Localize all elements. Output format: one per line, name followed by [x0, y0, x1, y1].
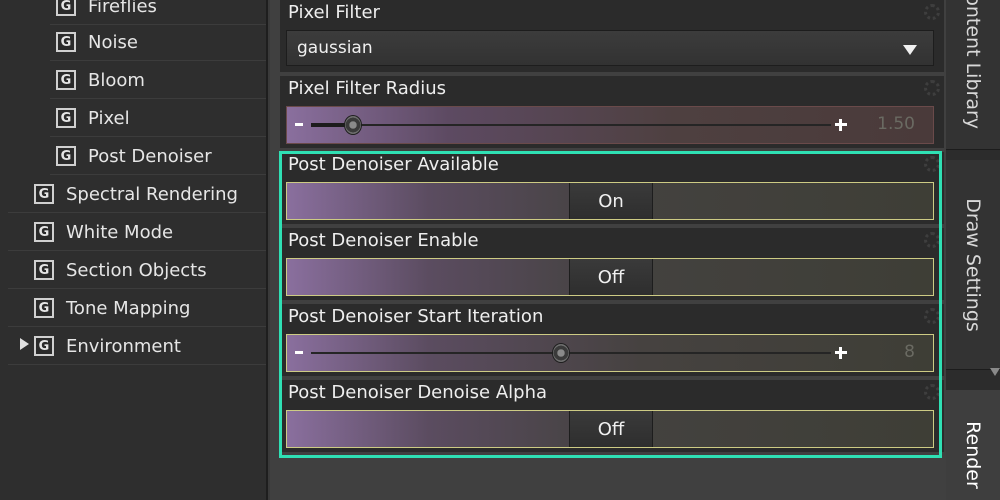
tree-item-post-denoiser[interactable]: G Post Denoiser — [50, 138, 266, 175]
gear-icon[interactable] — [924, 156, 940, 172]
tab-draw-settings[interactable]: Draw Settings — [946, 160, 1000, 370]
tree-item-fireflies[interactable]: G Fireflies — [50, 0, 266, 25]
tree-item-label: Section Objects — [66, 259, 207, 281]
tree-item-bloom[interactable]: G Bloom — [50, 62, 266, 99]
tree-item-white-mode[interactable]: G White Mode — [8, 214, 266, 251]
g-group-icon: G — [56, 108, 76, 128]
gear-icon[interactable] — [924, 232, 940, 248]
tree-item-tone-mapping[interactable]: G Tone Mapping — [8, 290, 266, 327]
g-group-icon: G — [34, 336, 54, 356]
post-denoiser-start-iteration-slider[interactable]: 8 — [286, 334, 934, 372]
property-label: Post Denoiser Denoise Alpha — [288, 382, 548, 403]
post-denoiser-denoise-alpha-toggle[interactable]: Off — [286, 410, 934, 448]
tab-label: Content Library — [962, 0, 984, 129]
property-label: Post Denoiser Available — [288, 154, 499, 175]
property-post-denoiser-available: Post Denoiser Available On — [280, 152, 944, 224]
tree-item-label: Tone Mapping — [66, 297, 191, 319]
slider-value[interactable]: 8 — [904, 342, 915, 362]
tree-item-label: Fireflies — [88, 0, 157, 17]
dropdown-value: gaussian — [297, 38, 373, 58]
tree-item-section-objects[interactable]: G Section Objects — [8, 252, 266, 289]
property-label: Post Denoiser Enable — [288, 230, 479, 251]
tab-render[interactable]: Render — [946, 390, 1000, 500]
slider-knob[interactable] — [551, 343, 570, 363]
gear-icon[interactable] — [924, 80, 940, 96]
expand-arrow-icon[interactable] — [20, 338, 29, 350]
property-label: Post Denoiser Start Iteration — [288, 306, 544, 327]
g-group-icon: G — [34, 298, 54, 318]
tree-item-label: Pixel — [88, 107, 130, 129]
g-group-icon: G — [56, 146, 76, 166]
g-group-icon: G — [56, 32, 76, 52]
gear-icon[interactable] — [924, 308, 940, 324]
tree-item-label: Spectral Rendering — [66, 183, 238, 205]
toggle-state-button[interactable]: Off — [569, 411, 653, 447]
tree-item-label: Noise — [88, 31, 138, 53]
gear-icon[interactable] — [924, 384, 940, 400]
tree-item-noise[interactable]: G Noise — [50, 24, 266, 61]
property-post-denoiser-denoise-alpha: Post Denoiser Denoise Alpha Off — [280, 380, 944, 452]
side-tab-strip: Content Library Draw Settings Render — [946, 0, 1000, 500]
g-group-icon: G — [56, 0, 76, 16]
tab-label: Render — [962, 420, 984, 489]
g-group-icon: G — [56, 70, 76, 90]
g-group-icon: G — [34, 184, 54, 204]
property-panel: Pixel Filter gaussian Pixel Filter Radiu… — [270, 0, 946, 500]
tree-item-label: Post Denoiser — [88, 145, 212, 167]
post-denoiser-enable-toggle[interactable]: Off — [286, 258, 934, 296]
tree-item-spectral-rendering[interactable]: G Spectral Rendering — [8, 176, 266, 213]
tab-label: Draw Settings — [962, 197, 984, 332]
property-pixel-filter: Pixel Filter gaussian — [280, 0, 944, 72]
slider-value[interactable]: 1.50 — [877, 114, 915, 134]
toggle-state-button[interactable]: On — [569, 183, 653, 219]
g-group-icon: G — [34, 260, 54, 280]
dropdown-arrow-icon — [903, 45, 917, 55]
tree-item-label: Bloom — [88, 69, 145, 91]
tree-item-label: White Mode — [66, 221, 174, 243]
property-label: Pixel Filter Radius — [288, 78, 447, 99]
slider-track[interactable] — [311, 124, 831, 126]
slider-track[interactable] — [311, 352, 831, 354]
tree-item-environment[interactable]: G Environment — [8, 328, 266, 365]
minus-icon[interactable] — [295, 351, 303, 354]
scroll-down-arrow-icon[interactable] — [990, 368, 1000, 376]
pixel-filter-dropdown[interactable]: gaussian — [286, 30, 934, 66]
scene-tree-panel: G Fireflies G Noise G Bloom G Pixel G Po… — [0, 0, 268, 500]
property-post-denoiser-enable: Post Denoiser Enable Off — [280, 228, 944, 300]
tab-content-library[interactable]: Content Library — [946, 0, 1000, 150]
pixel-filter-radius-slider[interactable]: 1.50 — [286, 106, 934, 144]
toggle-state-button[interactable]: Off — [569, 259, 653, 295]
slider-knob[interactable] — [343, 115, 362, 135]
property-post-denoiser-start-iteration: Post Denoiser Start Iteration 8 — [280, 304, 944, 376]
gear-icon[interactable] — [924, 4, 940, 20]
property-label: Pixel Filter — [288, 2, 380, 23]
tree-item-label: Environment — [66, 335, 181, 357]
post-denoiser-available-toggle[interactable]: On — [286, 182, 934, 220]
g-group-icon: G — [34, 222, 54, 242]
minus-icon[interactable] — [295, 123, 303, 126]
property-pixel-filter-radius: Pixel Filter Radius 1.50 — [280, 76, 944, 148]
tree-item-pixel[interactable]: G Pixel — [50, 100, 266, 137]
